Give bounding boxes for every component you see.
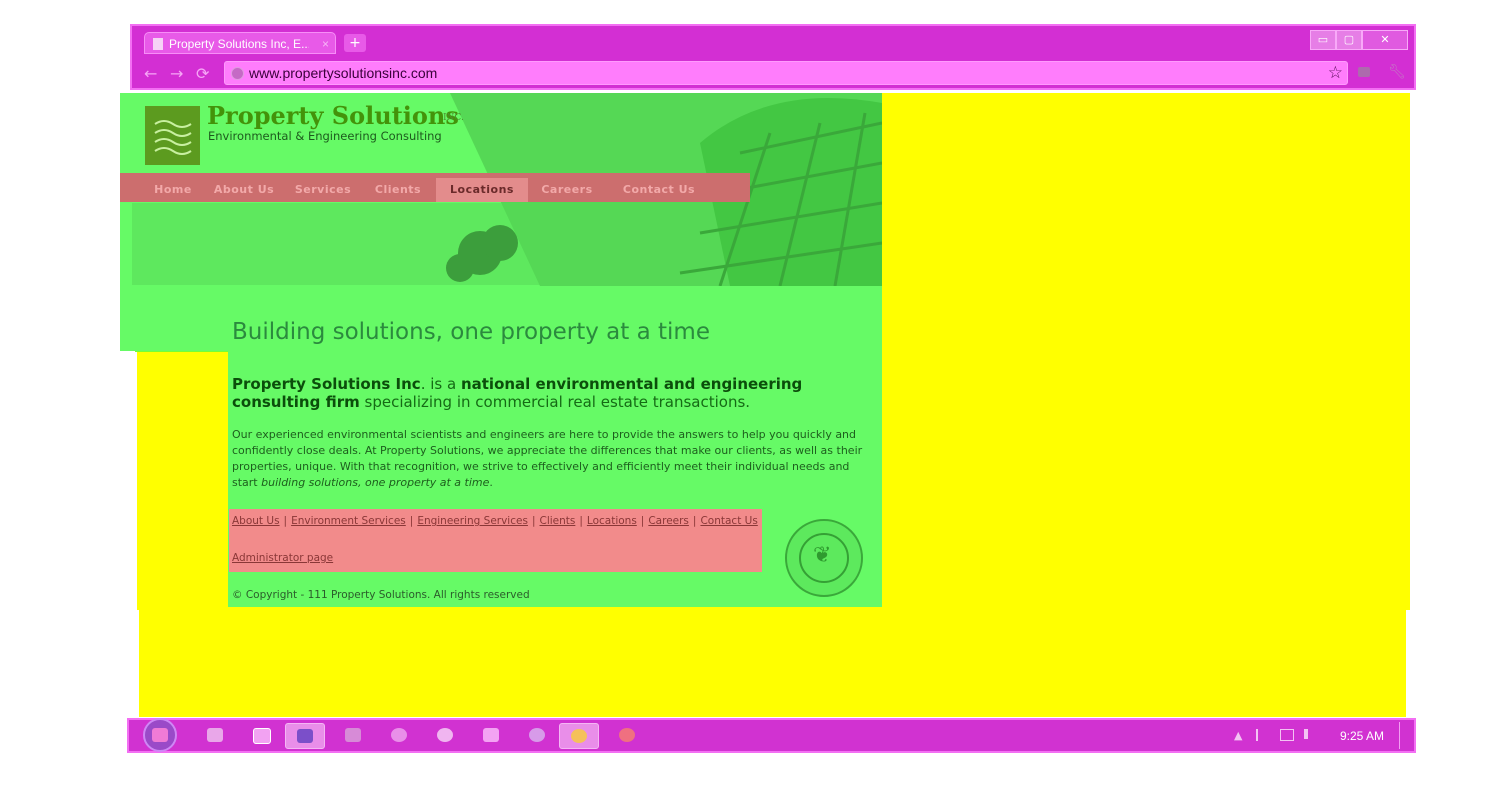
nav-careers[interactable]: Careers [534, 178, 600, 202]
action-center-flag-icon[interactable] [1256, 729, 1270, 741]
taskbar: ▲ 9:25 AM [127, 718, 1416, 753]
nav-home[interactable]: Home [142, 178, 204, 202]
nav-locations[interactable]: Locations [436, 178, 528, 202]
footer-separator: | [640, 515, 645, 527]
footer-links: About Us | Environment Services | Engineerin… [232, 515, 758, 527]
forward-icon[interactable]: → [170, 66, 183, 82]
reload-icon[interactable]: ⟳ [196, 66, 209, 82]
photoshop-icon [297, 729, 313, 743]
people-icon[interactable] [529, 728, 545, 742]
footer-link-locations[interactable]: Locations [587, 515, 637, 527]
tab-title: Property Solutions Inc, E... [169, 37, 309, 51]
pdf-reader-icon[interactable] [483, 728, 499, 742]
lead-rest: specializing in commercial real estate t… [359, 393, 751, 411]
paint-icon[interactable] [391, 728, 407, 742]
footer-link-careers[interactable]: Careers [648, 515, 689, 527]
close-window-button[interactable]: ✕ [1362, 30, 1408, 50]
nav-contact-us[interactable]: Contact Us [616, 178, 702, 202]
file-explorer-icon[interactable] [207, 728, 223, 742]
blank-page-area-left [137, 350, 230, 610]
footer-link-clients[interactable]: Clients [539, 515, 575, 527]
globe-app-icon[interactable] [437, 728, 453, 742]
clock[interactable]: 9:25 AM [1340, 729, 1384, 743]
nav-services[interactable]: Services [288, 178, 358, 202]
window-controls: ▭ ▢ ✕ [1310, 30, 1408, 50]
media-player-icon[interactable] [253, 728, 271, 744]
brand-suffix: INC. [443, 113, 464, 123]
bookmark-star-icon[interactable]: ☆ [1328, 63, 1343, 83]
extension-icon[interactable] [1358, 67, 1370, 77]
maximize-button[interactable]: ▢ [1336, 30, 1362, 50]
show-hidden-icons[interactable]: ▲ [1234, 729, 1242, 742]
nav-about-us[interactable]: About Us [208, 178, 280, 202]
footer-link-contact-us[interactable]: Contact Us [700, 515, 757, 527]
footer-link-engineering-services[interactable]: Engineering Services [417, 515, 528, 527]
show-desktop-button[interactable] [1399, 722, 1412, 749]
start-button[interactable] [143, 718, 177, 752]
chrome-icon [571, 729, 587, 743]
body-end: . [489, 476, 493, 489]
copyright-text: © Copyright - 111 Property Solutions. Al… [232, 589, 530, 601]
nav-clients[interactable]: Clients [366, 178, 430, 202]
page-headline: Building solutions, one property at a ti… [232, 319, 710, 345]
blank-page-area-bottom [139, 605, 1406, 717]
volume-muted-icon[interactable] [1304, 729, 1320, 739]
company-logo-icon[interactable] [145, 106, 200, 165]
footer-separator: | [409, 515, 414, 527]
footer-separator: | [531, 515, 536, 527]
browser-tab[interactable]: Property Solutions Inc, E... × [144, 32, 336, 54]
notebook-icon[interactable] [345, 728, 361, 742]
leaf-icon: ❦ [813, 543, 832, 568]
main-nav: Home About Us Services Clients Locations… [120, 173, 750, 202]
green-building-council-seal-icon[interactable]: ❦ [785, 519, 863, 597]
body-italic: building solutions, one property at a ti… [261, 476, 490, 489]
wrench-icon[interactable]: 🔧︎ [1388, 64, 1406, 80]
network-icon[interactable] [1280, 729, 1294, 741]
blank-page-area-right [882, 93, 1410, 610]
minimize-button[interactable]: ▭ [1310, 30, 1336, 50]
new-tab-button[interactable]: + [344, 34, 366, 52]
globe-icon [231, 67, 244, 80]
url-text[interactable]: www.propertysolutionsinc.com [249, 65, 437, 81]
footer-link-environment-services[interactable]: Environment Services [291, 515, 406, 527]
lead-mid: . is a [420, 375, 461, 393]
waves-icon [154, 120, 192, 155]
address-bar[interactable]: www.propertysolutionsinc.com ☆ [224, 61, 1348, 85]
tagline: Environmental & Engineering Consulting [208, 129, 442, 143]
lead-paragraph: Property Solutions Inc. is a national en… [232, 375, 872, 411]
back-icon[interactable]: ← [144, 66, 157, 82]
lead-company: Property Solutions Inc [232, 375, 421, 393]
red-app-icon[interactable] [619, 728, 635, 742]
browser-window: Property Solutions Inc, E... × + ▭ ▢ ✕ ←… [130, 24, 1416, 90]
admin-page-link[interactable]: Administrator page [232, 552, 333, 564]
windows-logo-icon [152, 728, 168, 742]
footer-separator: | [579, 515, 583, 527]
document-icon [153, 38, 163, 50]
footer-link-about-us[interactable]: About Us [232, 515, 280, 527]
tab-close-icon[interactable]: × [322, 33, 329, 55]
brand-name[interactable]: Property Solutions [207, 101, 459, 130]
footer-separator: | [283, 515, 288, 527]
body-paragraph: Our experienced environmental scientists… [232, 427, 872, 491]
footer-separator: | [692, 515, 697, 527]
